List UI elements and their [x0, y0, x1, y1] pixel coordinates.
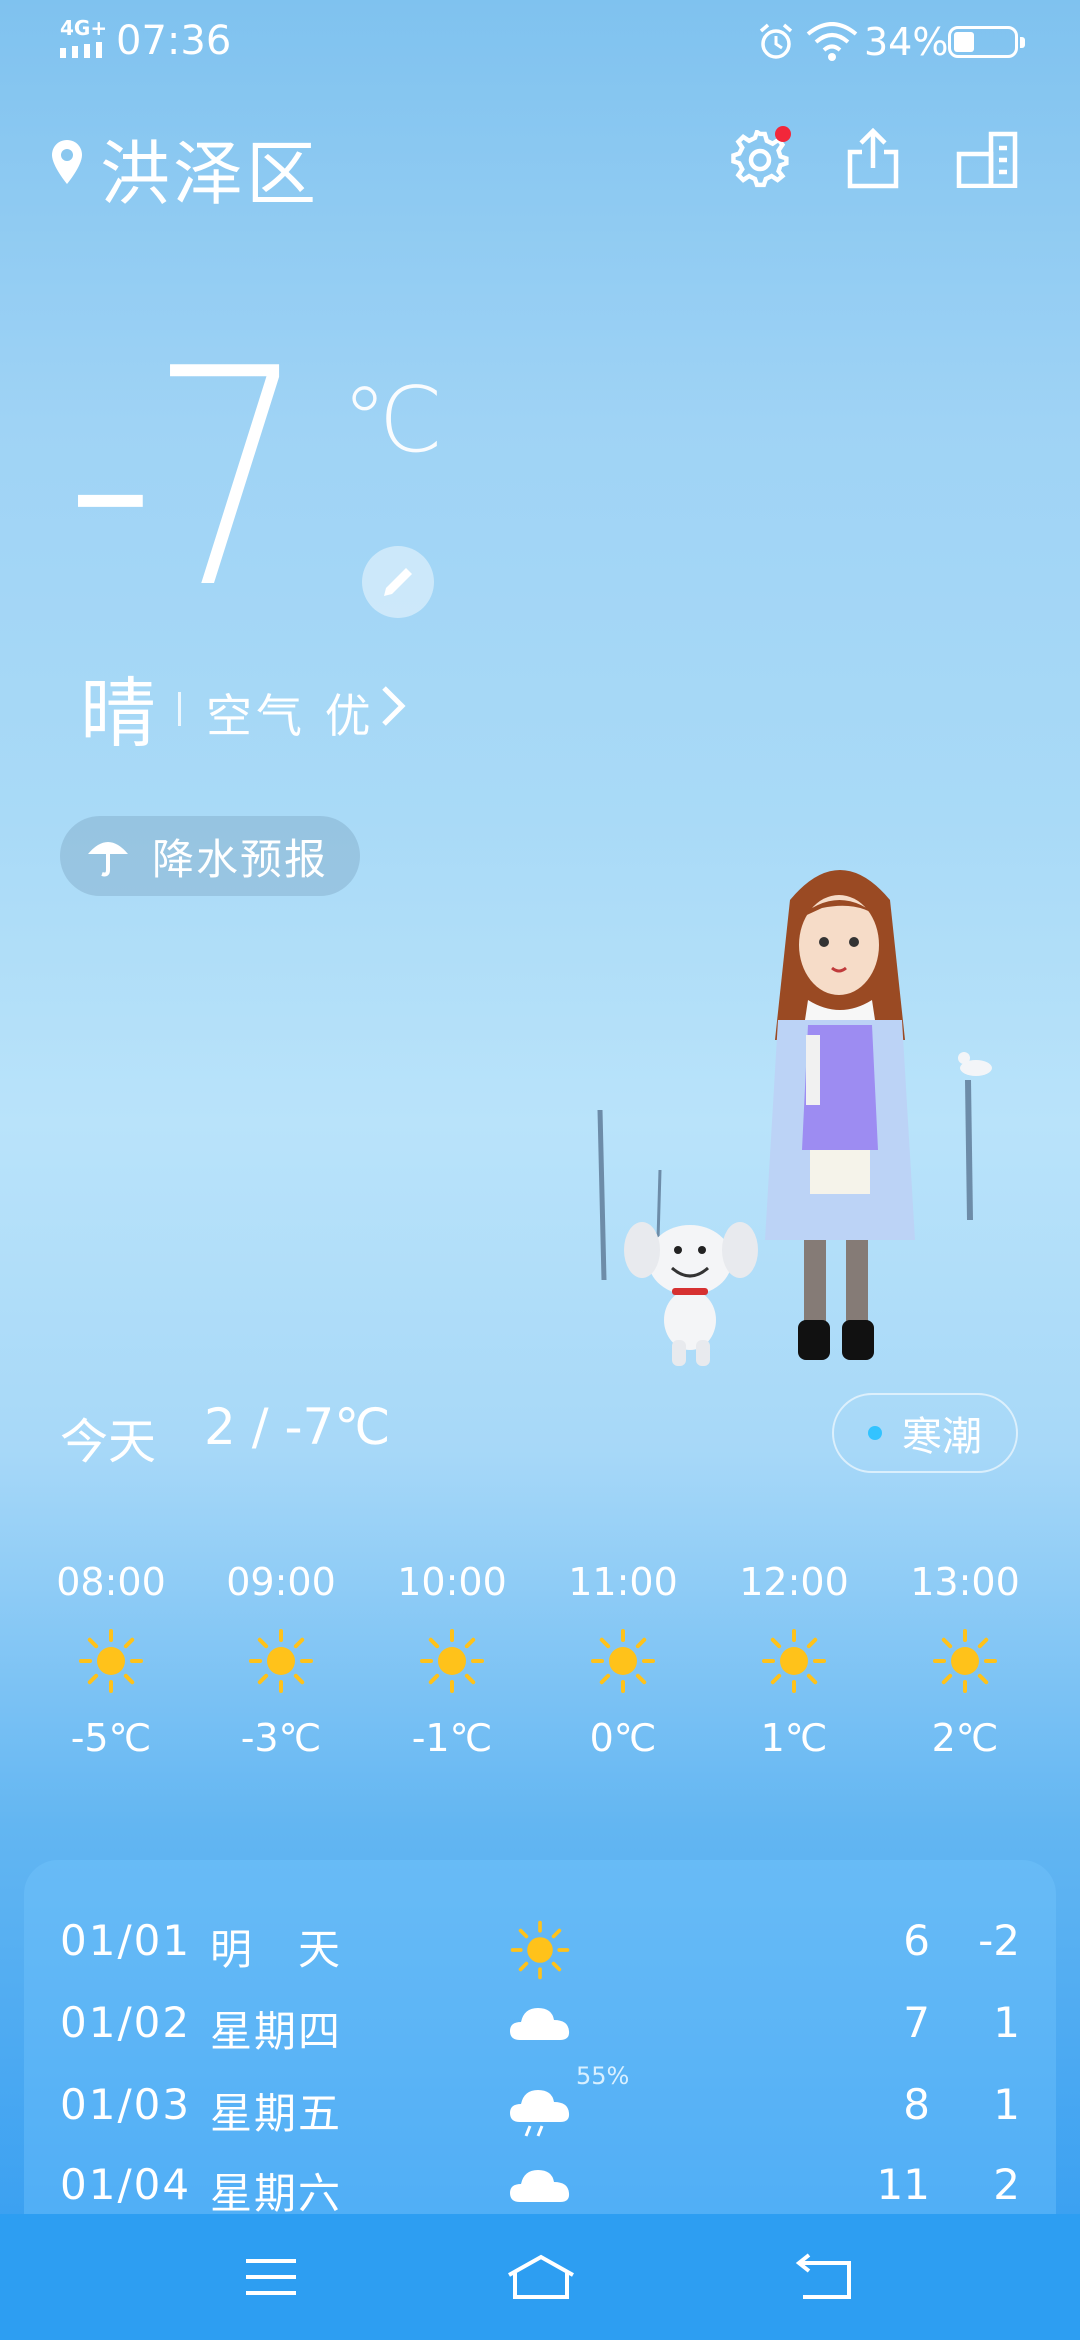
daily-row[interactable]: 01/03 星期五 55% 8 1 — [60, 2062, 1020, 2152]
weather-illustration — [597, 870, 992, 1366]
rain-cloud-icon — [510, 2090, 570, 2137]
cloud-icon — [510, 2008, 570, 2040]
alarm-icon — [759, 23, 793, 59]
hourly-item: 08:00 -5℃ — [26, 1560, 196, 1760]
home-button[interactable] — [496, 2244, 586, 2310]
daily-low: 1 — [993, 1998, 1020, 2047]
daily-date: 01/01 — [60, 1916, 192, 1965]
hourly-icon — [930, 1626, 1000, 1696]
sun-icon — [762, 1629, 826, 1693]
notification-dot — [775, 126, 791, 142]
menu-button[interactable] — [226, 2244, 316, 2310]
hourly-icon — [417, 1626, 487, 1696]
status-bar: 4G+ 07:36 34% — [0, 0, 1080, 86]
hourly-icon — [588, 1626, 658, 1696]
precipitation-label: 降水预报 — [152, 834, 329, 884]
daily-icon — [508, 1918, 572, 1992]
buildings-icon — [956, 131, 1018, 188]
share-button[interactable] — [838, 124, 908, 194]
location-pin-icon — [52, 140, 82, 184]
daily-date: 01/04 — [60, 2160, 192, 2209]
current-temperature: -7 — [66, 305, 306, 654]
back-icon — [795, 2253, 851, 2299]
hourly-temp: -5℃ — [70, 1716, 152, 1760]
sun-icon — [591, 1629, 655, 1693]
temperature-unit: ℃ — [342, 368, 444, 473]
signal-icon — [60, 42, 102, 58]
daily-date: 01/03 — [60, 2080, 192, 2129]
edit-button[interactable] — [362, 546, 434, 618]
hourly-item: 10:00 -1℃ — [367, 1560, 537, 1760]
sun-icon — [510, 1920, 570, 1980]
hourly-time: 12:00 — [739, 1560, 849, 1604]
hourly-temp: -3℃ — [240, 1716, 322, 1760]
share-icon — [847, 128, 899, 189]
hourly-temp: 0℃ — [589, 1716, 657, 1760]
daily-high: 6 — [903, 1916, 930, 1965]
daily-row[interactable]: 01/01 明 天 6 -2 — [60, 1916, 1020, 1986]
daily-low: 2 — [993, 2160, 1020, 2209]
alert-dot — [868, 1426, 882, 1440]
daily-low: -2 — [978, 1916, 1020, 1965]
hourly-item: 12:00 1℃ — [709, 1560, 879, 1760]
sun-icon — [933, 1629, 997, 1693]
daily-low: 1 — [993, 2080, 1020, 2129]
sun-icon — [79, 1629, 143, 1693]
daily-high: 7 — [903, 1998, 930, 2047]
alert-label: 寒潮 — [902, 1414, 982, 1460]
status-time: 07:36 — [116, 18, 232, 64]
daily-date: 01/02 — [60, 1998, 192, 2047]
hourly-icon — [759, 1626, 829, 1696]
divider — [178, 692, 181, 726]
hourly-temp: 1℃ — [760, 1716, 828, 1760]
daily-weekday: 星期五 — [210, 2089, 343, 2138]
hourly-time: 09:00 — [226, 1560, 336, 1604]
daily-icon — [508, 2082, 572, 2152]
daily-precip-chance: 55% — [576, 2062, 630, 2090]
hourly-item: 11:00 0℃ — [538, 1560, 708, 1760]
air-quality-link[interactable]: 空气 优 — [206, 680, 375, 746]
hourly-item: 09:00 -3℃ — [196, 1560, 366, 1760]
wifi-icon — [806, 22, 858, 61]
daily-high: 11 — [876, 2160, 930, 2209]
network-type: 4G+ — [60, 16, 108, 40]
menu-icon — [246, 2259, 296, 2295]
pencil-icon — [384, 568, 412, 596]
daily-icon — [508, 2000, 572, 2070]
hourly-temp: 2℃ — [931, 1716, 999, 1760]
hourly-time: 11:00 — [568, 1560, 678, 1604]
hourly-time: 10:00 — [397, 1560, 507, 1604]
daily-row[interactable]: 01/02 星期四 7 1 — [60, 1998, 1020, 2068]
home-icon — [508, 2254, 574, 2299]
settings-button[interactable] — [725, 124, 795, 194]
daily-weekday: 明 天 — [210, 1925, 343, 1974]
battery-percent: 34% — [864, 20, 949, 64]
cloud-icon — [510, 2170, 570, 2202]
sun-icon — [420, 1629, 484, 1693]
city-manage-button[interactable] — [952, 124, 1022, 194]
cold-wave-alert-tag[interactable]: 寒潮 — [832, 1393, 1018, 1473]
umbrella-icon — [88, 842, 128, 877]
daily-high: 8 — [903, 2080, 930, 2129]
today-range: 2 / -7℃ — [204, 1398, 391, 1456]
today-label: 今天 — [60, 1414, 157, 1470]
precipitation-forecast-button[interactable]: 降水预报 — [60, 816, 360, 896]
sun-icon — [249, 1629, 313, 1693]
hourly-time: 08:00 — [56, 1560, 166, 1604]
weather-condition: 晴 — [80, 669, 156, 758]
daily-weekday: 星期四 — [210, 2007, 343, 2056]
location-name[interactable]: 洪泽区 — [100, 118, 319, 219]
chevron-right-icon[interactable] — [378, 682, 408, 730]
back-button[interactable] — [780, 2244, 870, 2310]
hourly-item: 13:00 2℃ — [880, 1560, 1050, 1760]
hourly-temp: -1℃ — [411, 1716, 493, 1760]
daily-weekday: 星期六 — [210, 2169, 343, 2218]
battery-icon — [948, 26, 1025, 58]
hourly-time: 13:00 — [910, 1560, 1020, 1604]
hourly-icon — [76, 1626, 146, 1696]
hourly-icon — [246, 1626, 316, 1696]
